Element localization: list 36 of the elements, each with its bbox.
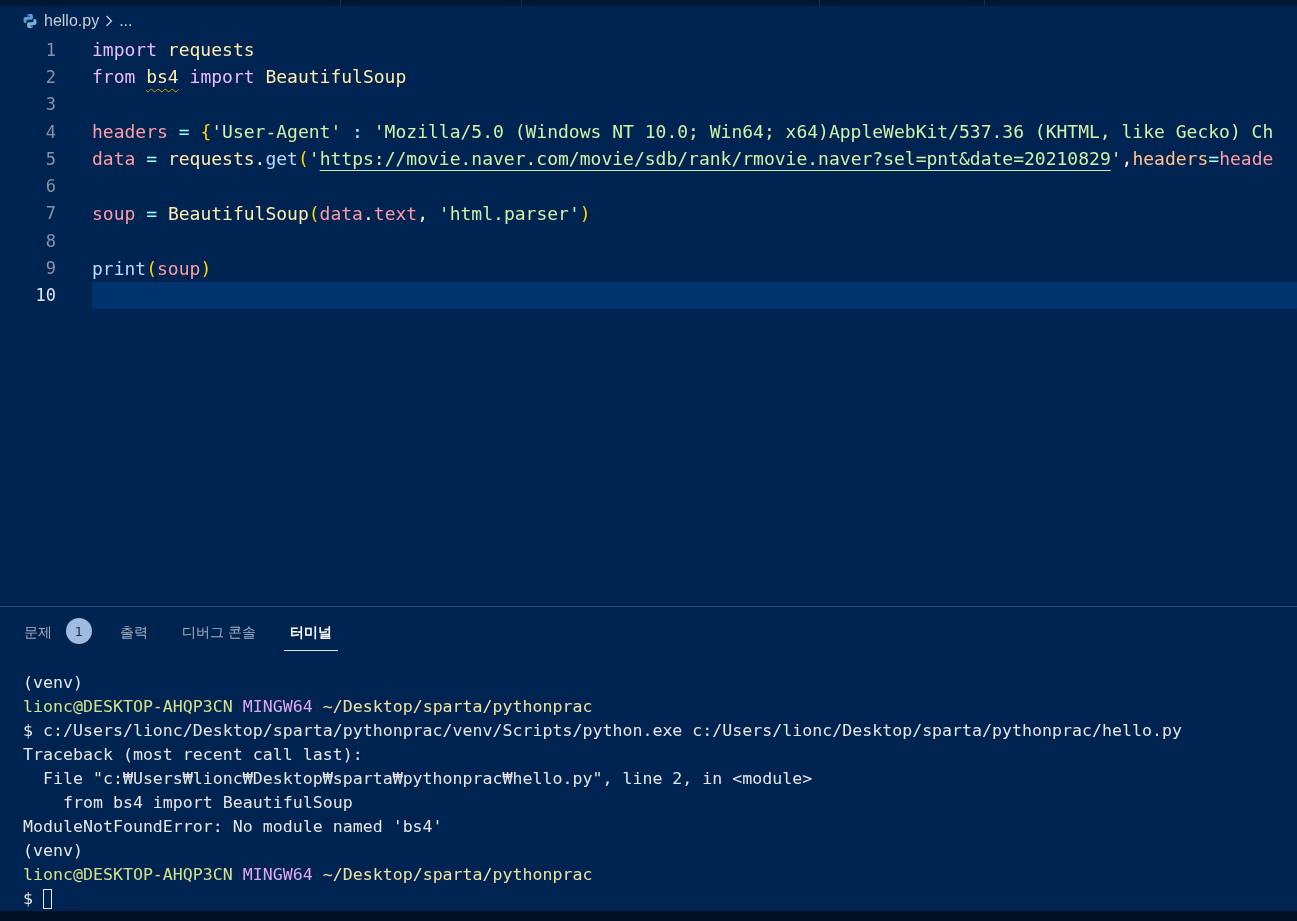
code-line: headers = {'User-Agent' : 'Mozilla/5.0 (Windows NT 10.0; Win64; x64)AppleWebKit/537.36 (KHTML, like Gecko) Ch [92,121,1274,143]
terminal-line: from bs4 import BeautifulSoup [61,792,353,815]
code-line: from bs4 import BeautifulSoup [92,66,407,88]
line-number: 1 [44,39,56,60]
terminal-line: $ [23,888,33,911]
python-file-icon [22,13,38,29]
terminal-line: ModuleNotFoundError: No module named 'bs4' [23,816,443,839]
chevron-right-icon [105,15,114,27]
terminal-line: Traceback (most recent call last): [23,744,363,767]
panel-tab[interactable]: 디버그 콘솔 [176,615,263,651]
panel-tab[interactable]: 문제 [18,615,58,651]
line-number: 9 [44,258,56,278]
panel-tab[interactable]: 터미널 [284,615,339,651]
terminal-line: $ c:/Users/lionc/Desktop/sparta/pythonprac/venv/Scripts/python.exe c:/Users/lionc/Desktop/sparta/pythonprac/hello.py [23,720,1182,743]
terminal-line: lionc@DESKTOP-AHQP3CN MINGW64 ~/Desktop/sparta/pythonprac [23,696,593,719]
line-number: 3 [44,94,56,115]
line-number: 4 [44,121,56,142]
code-line: print(soup) [92,257,212,279]
panel-tab[interactable]: 출력 [114,615,154,651]
line-number: 5 [44,148,56,169]
code-line: import requests [92,39,255,61]
text-cursor [43,889,52,910]
terminal-line: (venv) [23,672,83,695]
line-number: 10 [34,285,56,306]
terminal-line: lionc@DESKTOP-AHQP3CN MINGW64 ~/Desktop/sparta/pythonprac [23,864,593,887]
count-badge: 1 [66,618,92,645]
line-number: 6 [44,176,56,197]
breadcrumb-file[interactable]: hello.py [44,12,100,30]
line-number: 8 [44,230,56,251]
code-line: data = requests.get('https://movie.naver.com/movie/sdb/rank/rmovie.naver?sel=pnt&date=20210829',headers=heade [92,148,1274,170]
code-line: soup = BeautifulSoup(data.text, 'html.parser') [92,202,591,224]
breadcrumb-more[interactable]: ... [119,12,133,30]
terminal-line: (venv) [23,840,83,863]
line-number: 2 [44,66,56,87]
line-number: 7 [44,203,56,224]
terminal-line: File "c:₩Users₩lionc₩Desktop₩sparta₩pythonprac₩hello.py", line 2, in <module> [41,768,813,791]
